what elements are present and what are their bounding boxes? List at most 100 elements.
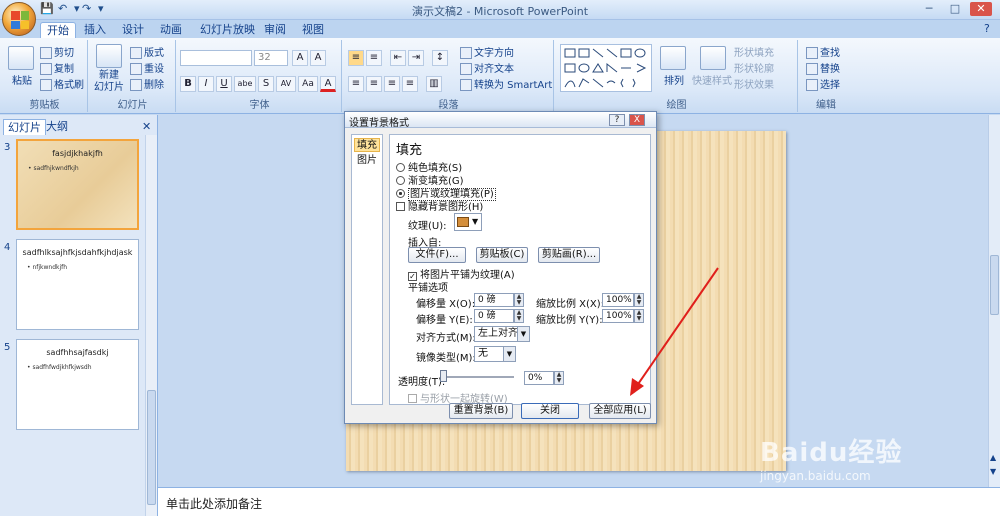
scrollbar-thumb[interactable]	[147, 390, 156, 505]
close-window-button[interactable]: ✕	[970, 2, 992, 16]
convert-smartart-button[interactable]: 转换为 SmartArt	[460, 76, 552, 91]
char-spacing-button[interactable]: AV	[276, 76, 296, 92]
tab-outline-pane[interactable]: 大纲	[42, 119, 72, 135]
offset-y-input[interactable]: 0 磅	[474, 309, 514, 323]
next-slide-icon[interactable]: ▼	[990, 467, 996, 476]
arrange-icon[interactable]	[660, 46, 686, 70]
tab-home[interactable]: 开始	[40, 22, 76, 39]
slide-thumbnail-3[interactable]: fasjdjkhakjfh • sadfhjkwndfkjh	[16, 139, 139, 230]
scrollbar-thumb[interactable]	[990, 255, 999, 315]
dialog-help-button[interactable]: ?	[609, 114, 625, 126]
convert-smartart-label: 转换为 SmartArt	[474, 80, 553, 91]
tab-insert[interactable]: 插入	[78, 22, 112, 38]
hide-bg-graphics-checkbox[interactable]: 隐藏背景图形(H)	[396, 198, 483, 213]
category-fill[interactable]: 填充	[354, 138, 380, 152]
quick-styles-icon[interactable]	[700, 46, 726, 70]
slides-pane-scrollbar[interactable]	[145, 135, 157, 516]
maximize-button[interactable]: □	[944, 2, 966, 16]
layout-button[interactable]: 版式	[130, 44, 164, 59]
tab-view[interactable]: 视图	[296, 22, 330, 38]
reset-background-button[interactable]: 重置背景(B)	[449, 403, 513, 419]
tab-slides-pane[interactable]: 幻灯片	[3, 119, 46, 135]
replace-button[interactable]: 替换	[806, 60, 840, 75]
align-text-button[interactable]: 对齐文本	[460, 60, 514, 75]
qat-redo-icon[interactable]: ↷	[82, 2, 91, 15]
justify-button[interactable]: ≡	[402, 76, 418, 92]
shadow-button[interactable]: S	[258, 76, 274, 92]
office-button[interactable]	[2, 2, 36, 36]
category-picture[interactable]: 图片	[354, 154, 380, 168]
line-spacing-button[interactable]: ↕	[432, 50, 448, 66]
quick-styles-button[interactable]: 快速样式	[692, 72, 732, 87]
qat-save-icon[interactable]: 💾	[40, 2, 54, 15]
numbering-button[interactable]: ≡	[366, 50, 382, 66]
bold-button[interactable]: B	[180, 76, 196, 92]
shapes-gallery[interactable]	[560, 44, 652, 92]
copy-button[interactable]: 复制	[40, 60, 74, 75]
file-button[interactable]: 文件(F)...	[408, 247, 466, 263]
slide-scrollbar[interactable]: ▲ ▼	[988, 115, 1000, 487]
align-right-button[interactable]: ≡	[384, 76, 400, 92]
slide-thumbnail-4[interactable]: sadfhlksajhfkjsdahfkjhdjask • nfjkwndkjf…	[16, 239, 139, 330]
find-button[interactable]: 查找	[806, 44, 840, 59]
new-slide-button[interactable]: 新建 幻灯片	[94, 70, 124, 94]
bullets-button[interactable]: ≡	[348, 50, 364, 66]
offset-x-spinner[interactable]: ▲ ▼	[514, 293, 524, 307]
font-family-combo[interactable]	[180, 50, 252, 66]
columns-button[interactable]: ▥	[426, 76, 442, 92]
decrease-indent-button[interactable]: ⇤	[390, 50, 406, 66]
help-icon[interactable]: ?	[984, 22, 990, 35]
alignment-select[interactable]: 左上对齐 ▼	[474, 326, 530, 342]
clipboard-button[interactable]: 剪贴板(C)	[476, 247, 528, 263]
radio-checked-icon	[396, 189, 405, 198]
minimize-button[interactable]: ─	[918, 2, 940, 16]
format-painter-button[interactable]: 格式刷	[40, 76, 84, 91]
paste-icon[interactable]	[8, 46, 34, 70]
texture-picker[interactable]: ▼	[454, 213, 482, 231]
align-left-button[interactable]: ≡	[348, 76, 364, 92]
close-pane-icon[interactable]: ✕	[142, 120, 151, 133]
mirror-type-select[interactable]: 无 ▼	[474, 346, 516, 362]
transparency-spinner[interactable]: ▲ ▼	[554, 371, 564, 385]
qat-dropdown-icon[interactable]: ▾	[74, 2, 80, 15]
select-button[interactable]: 选择	[806, 76, 840, 91]
font-color-button[interactable]: A	[320, 76, 336, 92]
tab-review[interactable]: 审阅	[258, 22, 292, 38]
grow-font-button[interactable]: A	[292, 50, 308, 66]
italic-button[interactable]: I	[198, 76, 214, 92]
increase-indent-button[interactable]: ⇥	[408, 50, 424, 66]
transparency-slider-track[interactable]	[442, 376, 514, 378]
shrink-font-button[interactable]: A	[310, 50, 326, 66]
font-size-combo[interactable]: 32	[254, 50, 288, 66]
prev-slide-icon[interactable]: ▲	[990, 453, 996, 462]
shape-fill-button[interactable]: 形状填充	[734, 44, 774, 59]
text-direction-button[interactable]: 文字方向	[460, 44, 514, 59]
offset-y-label: 偏移量 Y(E):	[416, 315, 473, 326]
arrange-button[interactable]: 排列	[664, 72, 684, 87]
strikethrough-button[interactable]: abe	[234, 76, 256, 92]
clipart-button[interactable]: 剪贴画(R)...	[538, 247, 600, 263]
paste-button[interactable]: 粘贴	[12, 72, 32, 87]
transparency-slider-thumb[interactable]	[440, 370, 447, 382]
underline-button[interactable]: U	[216, 76, 232, 92]
reset-button[interactable]: 重设	[130, 60, 164, 75]
apply-to-all-button[interactable]: 全部应用(L)	[589, 403, 651, 419]
change-case-button[interactable]: Aa	[298, 76, 318, 92]
tab-slideshow[interactable]: 幻灯片放映	[194, 22, 261, 38]
offset-x-input[interactable]: 0 磅	[474, 293, 514, 307]
shape-effects-button[interactable]: 形状效果	[734, 76, 774, 91]
tab-design[interactable]: 设计	[116, 22, 150, 38]
new-slide-icon[interactable]	[96, 44, 122, 68]
offset-y-spinner[interactable]: ▲ ▼	[514, 309, 524, 323]
close-button[interactable]: 关闭	[521, 403, 579, 419]
qat-undo-icon[interactable]: ↶	[58, 2, 67, 15]
delete-button[interactable]: 删除	[130, 76, 164, 91]
dialog-close-x-button[interactable]: X	[629, 114, 645, 126]
tab-animation[interactable]: 动画	[154, 22, 188, 38]
qat-customize-icon[interactable]: ▾	[98, 2, 104, 15]
transparency-input[interactable]: 0%	[524, 371, 554, 385]
cut-button[interactable]: 剪切	[40, 44, 74, 59]
slide-thumbnail-5[interactable]: sadfhhsajfasdkj • sadfhfwdjkhfkjwsdh	[16, 339, 139, 430]
shape-outline-button[interactable]: 形状轮廓	[734, 60, 774, 75]
align-center-button[interactable]: ≡	[366, 76, 382, 92]
